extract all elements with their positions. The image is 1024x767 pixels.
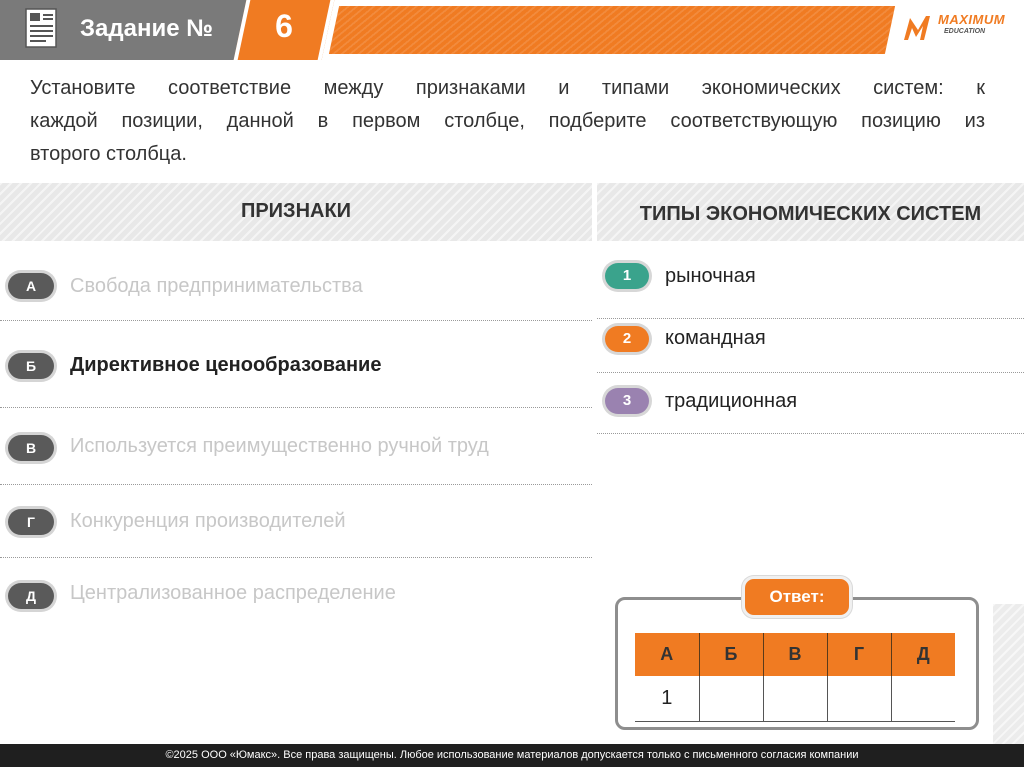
features-column-title: ПРИЗНАКИ bbox=[240, 200, 352, 222]
row-divider bbox=[597, 433, 1024, 434]
answer-cell-d[interactable] bbox=[826, 676, 892, 722]
task-number: 6 bbox=[275, 8, 293, 44]
feature-letter-badge: А bbox=[8, 273, 54, 299]
type-text: командная bbox=[665, 327, 766, 349]
row-divider bbox=[0, 320, 592, 321]
answer-label: Ответ: bbox=[742, 576, 852, 618]
question-line: каждой позиции, данной в первом столбце,… bbox=[30, 110, 985, 132]
feature-row-d[interactable]: Г Конкуренция производителей bbox=[0, 484, 592, 562]
features-column-header: ПРИЗНАКИ bbox=[0, 183, 592, 241]
task-title: Задание № bbox=[80, 15, 213, 42]
type-item-2[interactable]: 2 командная bbox=[597, 311, 1024, 373]
feature-row-a[interactable]: А Свобода предпринимательства bbox=[0, 247, 592, 325]
logo-subtext: EDUCATION bbox=[944, 28, 986, 35]
feature-letter-badge: Б bbox=[8, 353, 54, 379]
type-item-1[interactable]: 1 рыночная bbox=[597, 248, 1024, 310]
feature-row-b[interactable]: Б Директивное ценообразование bbox=[0, 326, 592, 404]
type-text: рыночная bbox=[665, 265, 756, 287]
answer-header-cell: А bbox=[635, 633, 700, 676]
type-number-badge: 2 bbox=[605, 326, 649, 352]
question-line: Установите соответствие между признаками… bbox=[30, 77, 985, 99]
column-divider bbox=[593, 183, 596, 436]
type-number-badge: 3 bbox=[605, 388, 649, 414]
feature-text: Централизованное распределение bbox=[70, 582, 396, 604]
row-divider bbox=[597, 372, 1024, 373]
question-line: второго столбца. bbox=[30, 143, 187, 165]
answer-cell-e[interactable] bbox=[890, 676, 955, 722]
type-item-3[interactable]: 3 традиционная bbox=[597, 374, 1024, 436]
feature-text: Используется преимущественно ручной труд bbox=[70, 435, 489, 457]
types-column-title: ТИПЫ ЭКОНОМИЧЕСКИХ СИСТЕМ bbox=[639, 203, 982, 225]
feature-text: Свобода предпринимательства bbox=[70, 275, 363, 297]
feature-letter-badge: Г bbox=[8, 509, 54, 535]
answer-cell-b[interactable] bbox=[698, 676, 764, 722]
document-icon bbox=[25, 8, 57, 48]
feature-letter-badge: В bbox=[8, 435, 54, 461]
answer-header-cell: Д bbox=[890, 633, 955, 676]
question-text: Установите соответствие между признаками… bbox=[30, 72, 985, 171]
type-text: традиционная bbox=[665, 390, 798, 412]
feature-text: Конкуренция производителей bbox=[70, 510, 346, 532]
type-number-badge: 1 bbox=[605, 263, 649, 289]
decorative-stripe bbox=[993, 604, 1024, 744]
answer-header-cell: Г bbox=[826, 633, 892, 676]
feature-letter-badge: Д bbox=[8, 583, 54, 609]
header-orange-band bbox=[328, 6, 896, 54]
header-bar: Задание № 6 MAXIMUM EDUCATION bbox=[0, 0, 1024, 60]
feature-text: Директивное ценообразование bbox=[70, 354, 382, 376]
feature-row-c[interactable]: В Используется преимущественно ручной тр… bbox=[0, 408, 592, 486]
copyright-footer: ©2025 ООО «Юмакс». Все права защищены. Л… bbox=[0, 744, 1024, 767]
answer-cell-c[interactable] bbox=[762, 676, 828, 722]
answer-header-cell: В bbox=[762, 633, 828, 676]
feature-row-e[interactable]: Д Централизованное распределение bbox=[0, 558, 592, 636]
types-column-header: ТИПЫ ЭКОНОМИЧЕСКИХ СИСТЕМ bbox=[597, 183, 1024, 241]
answer-table: А Б В Г Д 1 bbox=[635, 633, 955, 722]
answer-header-cell: Б bbox=[698, 633, 764, 676]
logo-text: MAXIMUM bbox=[938, 12, 1006, 27]
answer-cell-a[interactable]: 1 bbox=[635, 676, 700, 722]
